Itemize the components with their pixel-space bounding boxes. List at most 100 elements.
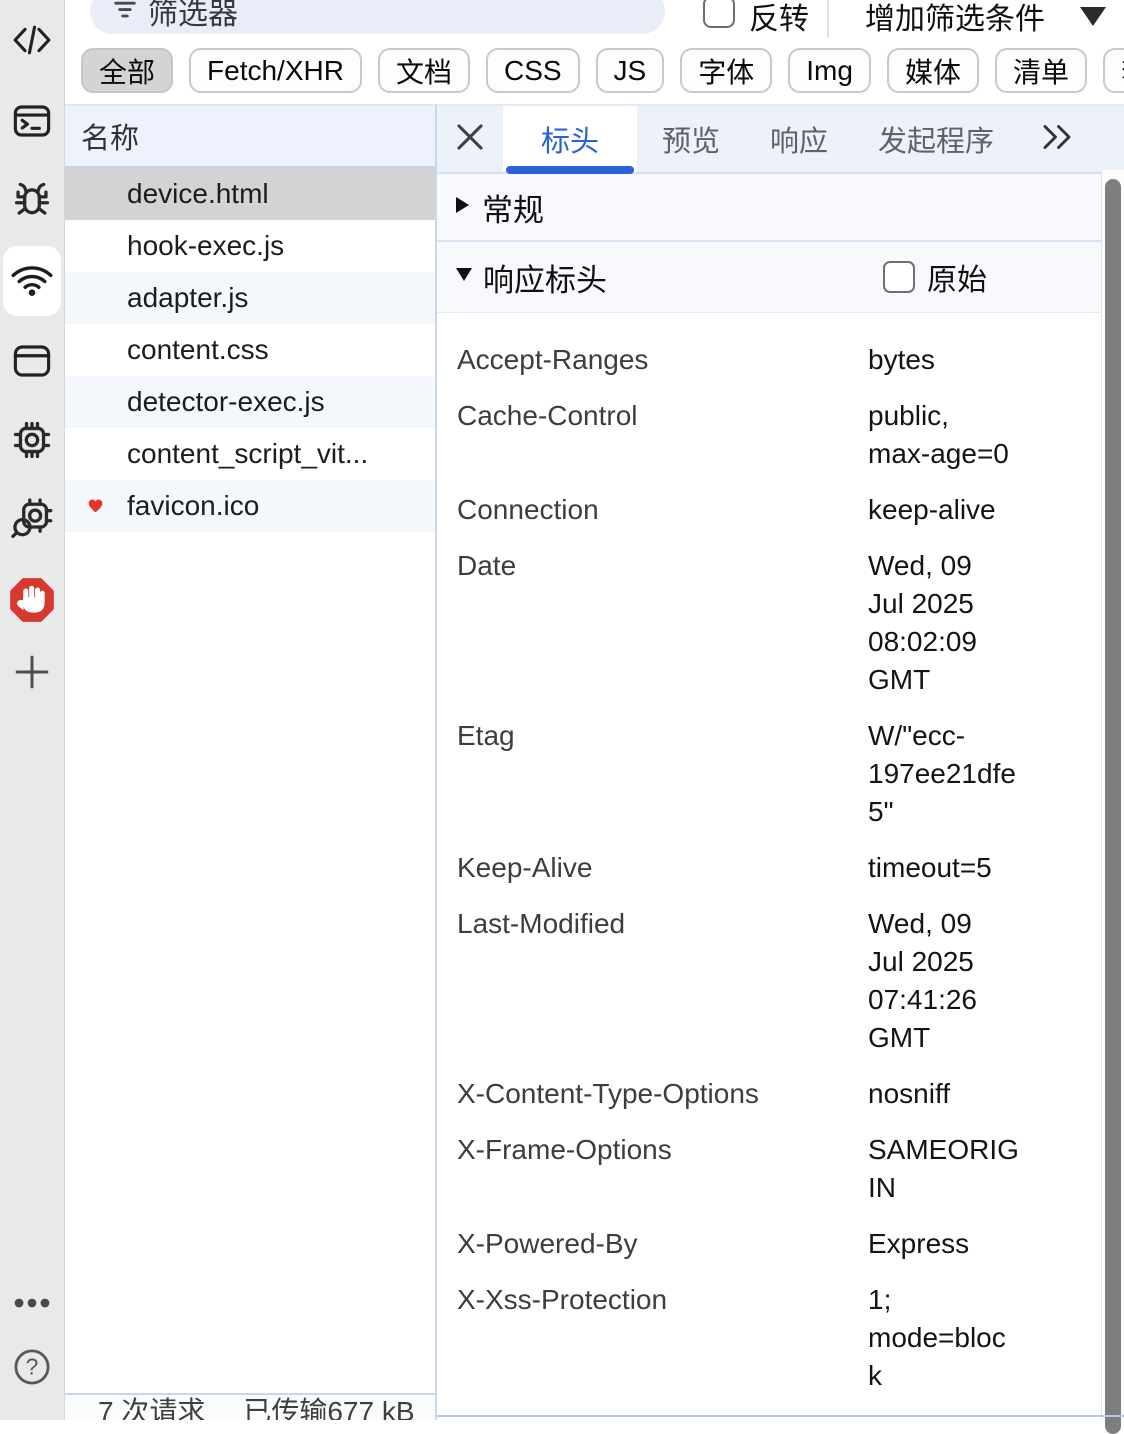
filter-chip-img[interactable]: Img bbox=[788, 48, 871, 93]
header-name: Last-Modified bbox=[457, 905, 868, 1057]
header-name: Date bbox=[457, 547, 868, 699]
header-value: nosniff bbox=[868, 1075, 1094, 1113]
tab-headers[interactable]: 标头 bbox=[503, 106, 637, 172]
filter-chip-manifest[interactable]: 清单 bbox=[995, 48, 1087, 93]
header-value: timeout=5 bbox=[868, 849, 1094, 887]
header-row-cache-control: Cache-Control public, max-age=0 bbox=[457, 397, 1094, 473]
header-name: Etag bbox=[457, 717, 868, 831]
response-headers-section-header[interactable]: 响应标头 原始 bbox=[437, 242, 1124, 313]
request-name: content.css bbox=[127, 334, 269, 366]
header-value: Wed, 09 Jul 2025 07:41:26 GMT bbox=[868, 905, 1094, 1057]
activity-chip-inspect-button[interactable] bbox=[8, 494, 56, 542]
request-name: content_script_vit... bbox=[127, 438, 368, 470]
toolbar-divider bbox=[827, 0, 829, 38]
filter-chip-all[interactable]: 全部 bbox=[81, 48, 173, 93]
tab-preview[interactable]: 预览 bbox=[637, 106, 745, 172]
help-icon: ? bbox=[11, 1346, 53, 1388]
activity-add-button[interactable] bbox=[8, 648, 56, 696]
name-column-label: 名称 bbox=[81, 115, 139, 157]
request-name: detector-exec.js bbox=[127, 386, 325, 418]
details-tabstrip: 标头 预览 响应 发起程序 bbox=[437, 104, 1124, 174]
caret-down-icon[interactable] bbox=[1077, 4, 1109, 35]
filter-chip-font[interactable]: 字体 bbox=[680, 48, 772, 93]
request-row-detector-exec-js[interactable]: detector-exec.js bbox=[65, 376, 435, 428]
header-row-etag: Etag W/"ecc- 197ee21dfe 5" bbox=[457, 717, 1094, 831]
header-row-x-frame-options: X-Frame-Options SAMEORIG IN bbox=[457, 1131, 1094, 1207]
activity-blocker-button[interactable] bbox=[8, 576, 56, 624]
ellipsis-icon bbox=[11, 1282, 53, 1324]
svg-text:?: ? bbox=[26, 1354, 39, 1380]
chip-icon bbox=[10, 418, 54, 462]
tab-label: 预览 bbox=[662, 118, 720, 160]
header-value: bytes bbox=[868, 341, 1094, 379]
transferred-size: 已传输677 kB bbox=[243, 1395, 414, 1420]
add-filter-condition-button[interactable]: 增加筛选条件 bbox=[865, 0, 1045, 38]
request-row-favicon-ico[interactable]: favicon.ico bbox=[65, 480, 435, 532]
filter-chip-js[interactable]: JS bbox=[596, 48, 665, 93]
request-row-hook-exec-js[interactable]: hook-exec.js bbox=[65, 220, 435, 272]
filter-chip-doc[interactable]: 文档 bbox=[378, 48, 470, 93]
invert-label: 反转 bbox=[749, 0, 809, 38]
activity-more-button[interactable] bbox=[8, 1279, 56, 1327]
filter-chip-socket[interactable]: 套接字 bbox=[1103, 48, 1124, 93]
request-type-filters: 全部 Fetch/XHR 文档 CSS JS 字体 Img 媒体 清单 套接字 bbox=[81, 48, 1124, 93]
header-row-x-xss-protection: X-Xss-Protection 1; mode=bloc k bbox=[457, 1281, 1094, 1395]
header-value: public, max-age=0 bbox=[868, 397, 1094, 473]
raw-checkbox-label: 原始 bbox=[927, 255, 987, 299]
filter-chip-css[interactable]: CSS bbox=[486, 48, 580, 93]
filter-chip-media[interactable]: 媒体 bbox=[887, 48, 979, 93]
tab-initiator[interactable]: 发起程序 bbox=[853, 106, 1019, 172]
window-icon bbox=[11, 340, 53, 382]
header-name: Accept-Ranges bbox=[457, 341, 868, 379]
header-row-x-content-type-options: X-Content-Type-Options nosniff bbox=[457, 1075, 1094, 1113]
code-icon bbox=[10, 18, 54, 62]
activity-code-button[interactable] bbox=[8, 16, 56, 64]
filter-input[interactable]: 筛选器 bbox=[90, 0, 665, 34]
header-row-x-powered-by: X-Powered-By Express bbox=[457, 1225, 1094, 1263]
header-row-connection: Connection keep-alive bbox=[457, 491, 1094, 529]
activity-window-button[interactable] bbox=[8, 337, 56, 385]
header-value: keep-alive bbox=[868, 491, 1094, 529]
general-section-title: 常规 bbox=[482, 185, 544, 230]
response-headers-section-title: 响应标头 bbox=[483, 255, 607, 300]
header-row-last-modified: Last-Modified Wed, 09 Jul 2025 07:41:26 … bbox=[457, 905, 1094, 1057]
favicon-icon bbox=[85, 490, 106, 522]
header-name: Connection bbox=[457, 491, 868, 529]
header-row-date: Date Wed, 09 Jul 2025 08:02:09 GMT bbox=[457, 547, 1094, 699]
activity-debug-button[interactable] bbox=[8, 174, 56, 222]
request-row-content-script[interactable]: content_script_vit... bbox=[65, 428, 435, 480]
request-list-panel: 名称 device.html hook-exec.js adapter.js c… bbox=[65, 104, 437, 1420]
activity-terminal-button[interactable] bbox=[8, 97, 56, 145]
triangle-down-icon bbox=[455, 267, 473, 287]
activity-network-button[interactable] bbox=[8, 256, 56, 304]
more-tabs-button[interactable] bbox=[1039, 106, 1075, 172]
header-name: X-Powered-By bbox=[457, 1225, 868, 1263]
plus-icon bbox=[11, 651, 53, 693]
general-section-header[interactable]: 常规 bbox=[437, 174, 1124, 242]
active-tab-underline bbox=[506, 166, 634, 174]
header-value: W/"ecc- 197ee21dfe 5" bbox=[868, 717, 1094, 831]
header-value: SAMEORIG IN bbox=[868, 1131, 1094, 1207]
wifi-icon bbox=[9, 257, 55, 303]
request-row-adapter-js[interactable]: adapter.js bbox=[65, 272, 435, 324]
close-details-button[interactable] bbox=[437, 106, 503, 172]
stop-hand-icon bbox=[8, 576, 56, 624]
header-name: X-Frame-Options bbox=[457, 1131, 868, 1207]
tab-response[interactable]: 响应 bbox=[745, 106, 853, 172]
activity-bar: ? bbox=[0, 0, 65, 1420]
vertical-scrollbar[interactable] bbox=[1101, 170, 1124, 1420]
close-icon bbox=[451, 118, 489, 161]
header-name: Keep-Alive bbox=[457, 849, 868, 887]
request-row-content-css[interactable]: content.css bbox=[65, 324, 435, 376]
invert-checkbox[interactable] bbox=[703, 0, 735, 28]
header-row-keep-alive: Keep-Alive timeout=5 bbox=[457, 849, 1094, 887]
activity-chip-button[interactable] bbox=[8, 416, 56, 464]
activity-help-button[interactable]: ? bbox=[8, 1343, 56, 1391]
raw-checkbox[interactable] bbox=[883, 261, 915, 293]
name-column-header[interactable]: 名称 bbox=[65, 104, 435, 168]
header-value: 1; mode=bloc k bbox=[868, 1281, 1094, 1395]
tab-label: 标头 bbox=[541, 118, 599, 160]
filter-chip-fetch-xhr[interactable]: Fetch/XHR bbox=[189, 48, 362, 93]
scrollbar-thumb[interactable] bbox=[1105, 179, 1121, 1434]
request-row-device-html[interactable]: device.html bbox=[65, 168, 435, 220]
